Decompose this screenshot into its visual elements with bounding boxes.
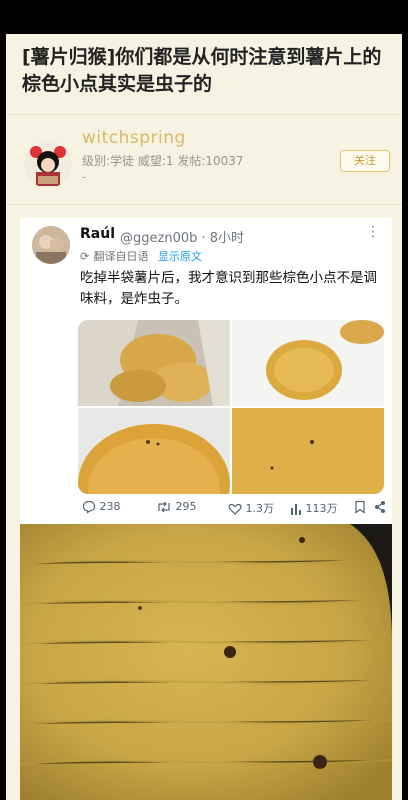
- retweet-icon: [158, 501, 170, 513]
- chip-closeup-photo: [78, 408, 230, 494]
- tweet-avatar-image: [32, 226, 70, 264]
- view-count: 113万: [305, 502, 338, 515]
- more-icon[interactable]: ⋮: [366, 224, 380, 240]
- tweet-image-3[interactable]: [78, 408, 230, 494]
- translation-notice: ⟳ 翻译自日语 显示原文: [80, 248, 202, 264]
- tweet-author-name[interactable]: Raúl: [80, 226, 115, 242]
- views-button[interactable]: 113万: [290, 500, 338, 516]
- tweet-image-2[interactable]: [232, 320, 384, 406]
- reply-button[interactable]: 238: [82, 500, 121, 514]
- post-page: [薯片归猴]你们都是从何时注意到薯片上的棕色小点其实是虫子的 witchspri…: [6, 34, 402, 800]
- tweet-image-grid: [78, 320, 384, 494]
- author-signature: -: [82, 170, 87, 184]
- views-icon: [291, 504, 301, 515]
- tweet-card: Raúl @ggezn00b · 8小时 ⋮ ⟳ 翻译自日语 显示原文 吃掉半袋…: [20, 218, 392, 524]
- chip-macro-image[interactable]: [20, 524, 392, 800]
- tweet-image-1[interactable]: [78, 320, 230, 406]
- bookmark-icon: [355, 500, 365, 514]
- avatar-image: [24, 140, 72, 188]
- avatar[interactable]: [24, 140, 72, 188]
- reply-count: 238: [99, 500, 121, 513]
- retweet-count: 295: [175, 500, 197, 513]
- chip-bag-photo: [78, 320, 230, 406]
- tweet-avatar[interactable]: [32, 226, 70, 264]
- reply-icon: [82, 500, 96, 514]
- like-count: 1.3万: [245, 502, 275, 515]
- author-meta: 级别:学徒 威望:1 发帖:10037: [82, 154, 244, 168]
- tweet-actions: 238 295 1.3万 113万: [78, 500, 386, 520]
- share-icon: [375, 501, 385, 513]
- heart-icon: [228, 503, 242, 515]
- translate-icon: ⟳: [80, 250, 90, 263]
- author-block: witchspring 级别:学徒 威望:1 发帖:10037 - 关注: [6, 128, 402, 200]
- chip-macro-photo: [232, 408, 384, 494]
- like-button[interactable]: 1.3万: [228, 500, 274, 516]
- show-original-link[interactable]: 显示原文: [158, 250, 202, 263]
- bookmark-button[interactable]: [354, 500, 366, 514]
- tweet-image-4[interactable]: [232, 408, 384, 494]
- chip-macro-photo-large: [20, 524, 392, 800]
- divider: [6, 204, 402, 205]
- share-button[interactable]: [374, 500, 386, 514]
- retweet-button[interactable]: 295: [156, 500, 197, 514]
- tweet-text: 吃掉半袋薯片后，我才意识到那些棕色小点不是调味料，是炸虫子。: [80, 270, 377, 307]
- follow-button[interactable]: 关注: [340, 150, 390, 172]
- translated-from: 翻译自日语: [93, 250, 149, 263]
- divider: [6, 114, 402, 115]
- author-name[interactable]: witchspring: [82, 128, 186, 148]
- single-chip-photo: [232, 320, 384, 406]
- tweet-handle: @ggezn00b · 8小时: [120, 231, 245, 246]
- post-title: [薯片归猴]你们都是从何时注意到薯片上的棕色小点其实是虫子的: [22, 46, 382, 95]
